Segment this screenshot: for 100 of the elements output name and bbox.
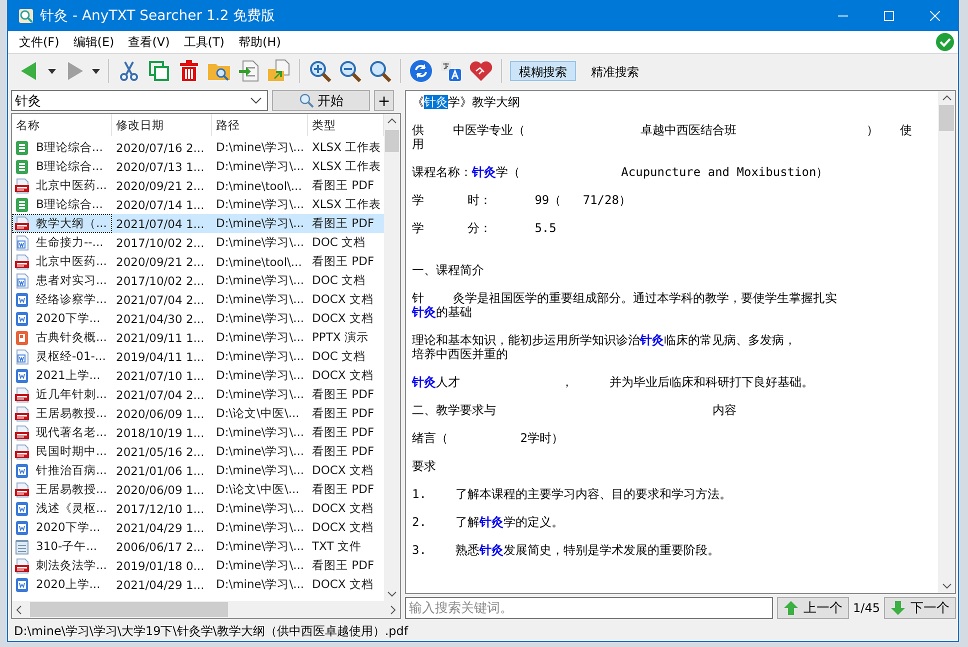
table-cell: 2020/07/13 1... — [116, 160, 204, 174]
menu-item[interactable]: 文件(F) — [12, 34, 66, 50]
dropdown-caret-icon[interactable] — [250, 96, 262, 104]
document-title: 《针灸学》教学大纲 — [412, 95, 520, 109]
zoom-in-icon[interactable] — [308, 59, 332, 83]
result-row[interactable]: 古典针灸概... 2021/09/11 1... D:\mine\学习\... PPTX 演示 — [12, 328, 384, 347]
refresh-icon[interactable] — [409, 59, 433, 83]
result-row[interactable]: B理论综合... 2020/07/14 1... D:\mine\学习\... XLSX 工作表 — [12, 195, 384, 214]
heart-icon[interactable] — [469, 59, 493, 83]
column-header[interactable]: 名称 — [12, 114, 112, 136]
table-cell: D:\mine\学习\... — [216, 216, 304, 231]
result-row[interactable]: 2020下学... 2021/04/29 1... D:\mine\学习\... DOCX 文档 — [12, 518, 384, 537]
table-cell: D:\mine\学习\... — [216, 330, 304, 345]
result-row[interactable]: 北京中医药... 2020/09/21 2... D:\mine\tool\... 看图王 PDF — [12, 252, 384, 271]
search-mode-tab[interactable]: 模糊搜索 — [510, 61, 576, 81]
menu-item[interactable]: 帮助(H) — [232, 34, 288, 50]
result-row[interactable]: 北京中医药... 2020/09/21 2... D:\mine\tool\... 看图王 PDF — [12, 176, 384, 195]
result-row[interactable]: 患者对实习... 2017/10/02 2... D:\mine\学习\... DOC 文档 — [12, 271, 384, 290]
table-cell: DOCX 文档 — [312, 577, 374, 592]
result-row[interactable]: 教学大纲（... 2021/07/04 1... D:\mine\学习\... 看图王 PDF — [12, 214, 384, 233]
menu-item[interactable]: 工具(T) — [176, 34, 232, 50]
result-row[interactable]: 2021上学... 2021/07/10 1... D:\mine\学习\... DOCX 文档 — [12, 366, 384, 385]
document-line: 用 — [412, 137, 424, 151]
scrollbar-thumb[interactable] — [30, 602, 228, 617]
table-cell: D:\mine\tool\... — [216, 254, 302, 268]
result-row[interactable]: 生命接力--... 2017/10/02 2... D:\mine\学习\... DOC 文档 — [12, 233, 384, 252]
menu-item[interactable]: 查看(V) — [121, 34, 177, 50]
table-cell: PPTX 演示 — [312, 330, 368, 345]
result-row[interactable]: 310-子午... 2006/06/17 2... D:\mine\学习\... TXT 文件 — [12, 537, 384, 556]
previous-button[interactable]: 上一个 — [777, 597, 850, 619]
spreadsheet-file-icon — [14, 140, 30, 156]
result-row[interactable]: 灵枢经-01-... 2019/04/11 1... D:\mine\学习\... DOC 文档 — [12, 347, 384, 366]
scissors-icon[interactable] — [117, 59, 141, 83]
maximize-icon[interactable] — [884, 10, 894, 20]
table-cell: 王居易教授... — [36, 406, 107, 421]
result-row[interactable]: 王居易教授... 2020/06/09 1... D:\论文\中医\... 看图王 PDF — [12, 480, 384, 499]
table-cell: D:\mine\学习\... — [216, 292, 304, 307]
caret-icon[interactable] — [48, 68, 56, 74]
add-button[interactable]: + — [374, 90, 394, 111]
document-line: 1. 了解本课程的主要学习内容、目的要求和学习方法。 — [412, 487, 732, 501]
export-icon[interactable] — [237, 59, 261, 83]
document-heading: 一、课程简介 — [412, 263, 484, 277]
result-row[interactable]: 近几年针刺... 2021/07/04 2... D:\mine\学习\... 看图王 PDF — [12, 385, 384, 404]
table-cell: 浅述《灵枢... — [36, 501, 107, 516]
search-field[interactable]: 针灸 — [15, 91, 250, 110]
table-cell: 2020/09/21 2... — [116, 178, 204, 192]
table-cell: 经络诊察学... — [36, 292, 107, 307]
start-button[interactable]: 开始 — [272, 90, 370, 111]
table-cell: 看图王 PDF — [312, 444, 374, 459]
column-header[interactable]: 路径 — [212, 114, 308, 136]
table-cell: 生命接力--... — [36, 235, 104, 250]
result-row[interactable]: 2020下学... 2021/04/30 2... D:\mine\学习\... DOCX 文档 — [12, 309, 384, 328]
result-row[interactable]: 经络诊察学... 2021/07/04 2... D:\mine\学习\... DOCX 文档 — [12, 290, 384, 309]
result-row[interactable]: 针推治百病... 2021/01/06 1... D:\mine\学习\... DOCX 文档 — [12, 461, 384, 480]
table-cell: 看图王 PDF — [312, 406, 374, 421]
result-row[interactable]: B理论综合... 2020/07/13 1... D:\mine\学习\... XLSX 工作表 — [12, 157, 384, 176]
table-cell: D:\mine\学习\... — [216, 501, 304, 516]
scrollbar-thumb[interactable] — [385, 130, 399, 152]
menu-item[interactable]: 编辑(E) — [66, 34, 122, 50]
column-header[interactable]: 修改日期 — [112, 114, 212, 136]
result-row[interactable]: 现代著名老... 2018/10/19 1... D:\mine\学习\... 看图王 PDF — [12, 423, 384, 442]
result-row[interactable]: 2020上学... 2021/04/29 1... D:\mine\学习\... DOCX 文档 — [12, 575, 384, 594]
zoom-out-icon[interactable] — [338, 59, 362, 83]
result-row[interactable]: B理论综合... 2020/07/16 2... D:\mine\学习\... XLSX 工作表 — [12, 138, 384, 157]
table-cell: D:\mine\学习\... — [216, 558, 304, 573]
table-cell: 2020/07/14 1... — [116, 198, 204, 212]
spreadsheet-file-icon — [14, 158, 30, 174]
table-cell: 2017/10/02 2... — [116, 236, 204, 250]
import-icon[interactable] — [267, 59, 291, 83]
search-combobox[interactable]: 针灸 — [11, 90, 268, 111]
table-cell: 2017/10/02 2... — [116, 274, 204, 288]
translate-icon[interactable] — [439, 59, 463, 83]
word-file-icon — [14, 348, 30, 364]
copy-icon[interactable] — [147, 59, 171, 83]
search-mode-tab[interactable]: 精准搜索 — [582, 61, 648, 81]
vertical-scrollbar[interactable] — [938, 91, 955, 593]
trash-icon[interactable] — [177, 59, 201, 83]
close-icon[interactable] — [930, 10, 940, 20]
vertical-scrollbar[interactable] — [384, 114, 400, 601]
result-row[interactable]: 王居易教授... 2020/06/09 1... D:\论文\中医\... 看图王 PDF — [12, 404, 384, 423]
table-cell: 310-子午... — [36, 539, 98, 554]
spreadsheet-file-icon — [14, 196, 30, 212]
next-button[interactable]: 下一个 — [884, 597, 956, 619]
result-row[interactable]: 浅述《灵枢... 2017/12/10 1... D:\mine\学习\... DOCX 文档 — [12, 499, 384, 518]
search-icon[interactable] — [368, 59, 392, 83]
scrollbar-thumb[interactable] — [939, 105, 954, 131]
document-line: 3. 熟悉针灸发展简史，特别是学术发展的重要阶段。 — [412, 543, 720, 557]
result-row[interactable]: 民国时期中... 2021/05/16 2... D:\mine\学习\... 看图王 PDF — [12, 442, 384, 461]
table-cell: D:\mine\学习\... — [216, 140, 304, 155]
result-row[interactable]: 刺法灸法学... 2019/01/18 0... D:\mine\学习\... 看图王 PDF — [12, 556, 384, 575]
pdf-file-icon — [14, 558, 30, 574]
word-file-icon — [14, 368, 30, 384]
document-line: 针灸人才 ， 并为毕业后临床和科研打下良好基础。 — [412, 375, 814, 389]
table-cell: XLSX 工作表 — [312, 197, 382, 212]
caret-icon[interactable] — [92, 68, 100, 74]
horizontal-scrollbar[interactable] — [12, 601, 400, 618]
table-cell: 教学大纲（... — [36, 216, 107, 231]
table-cell: 灵枢经-01-... — [36, 349, 106, 364]
table-cell: D:\mine\学习\... — [216, 197, 304, 212]
pdf-file-icon — [14, 482, 30, 498]
